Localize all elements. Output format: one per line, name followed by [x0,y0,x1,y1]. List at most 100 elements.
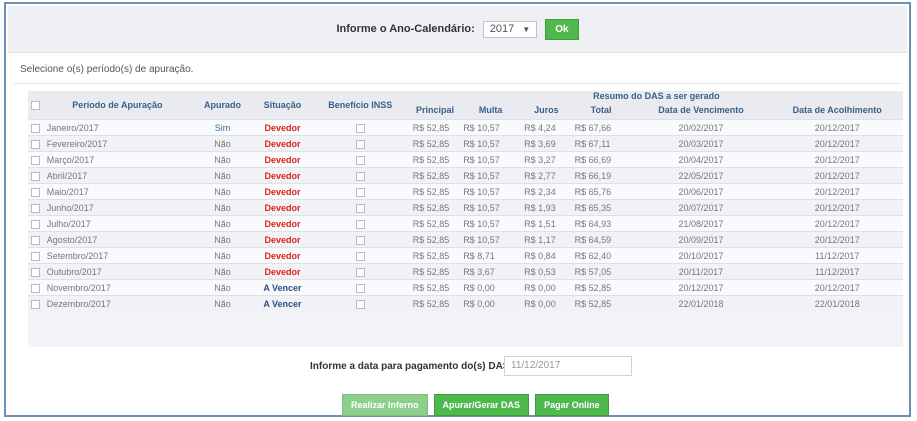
beneficio-cell [310,215,410,232]
vencimento-cell: 22/05/2017 [630,167,772,184]
row-checkbox[interactable] [31,187,41,197]
juros-cell: R$ 1,93 [521,199,572,216]
row-select-cell [28,199,44,216]
total-cell: R$ 52,85 [571,279,631,296]
principal-cell: R$ 52,85 [409,167,461,184]
table-row[interactable]: Agosto/2017 Não Devedor R$ 52,85 R$ 10,57 R$ … [28,231,903,248]
apurado-cell: Não [191,247,255,264]
apurado-cell: Não [191,263,255,280]
row-checkbox[interactable] [31,155,41,165]
beneficio-checkbox[interactable] [355,203,365,213]
acolhimento-cell: 20/12/2017 [771,231,903,248]
beneficio-checkbox[interactable] [355,283,365,293]
beneficio-checkbox[interactable] [355,219,365,229]
table-row[interactable]: Novembro/2017 Não A Vencer R$ 52,85 R$ 0,00 R… [28,279,903,296]
principal-cell: R$ 52,85 [409,183,461,200]
principal-cell: R$ 52,85 [409,199,461,216]
row-checkbox[interactable] [31,299,41,309]
table-row[interactable]: Abril/2017 Não Devedor R$ 52,85 R$ 10,57 R$ 2… [28,167,903,184]
table-row[interactable]: Junho/2017 Não Devedor R$ 52,85 R$ 10,57 R$ 1… [28,199,903,216]
row-select-cell [28,263,44,280]
vencimento-cell: 21/08/2017 [630,215,772,232]
table-row[interactable]: Fevereiro/2017 Não Devedor R$ 52,85 R$ 10,57… [28,135,903,152]
juros-cell: R$ 1,51 [521,215,572,232]
table-row[interactable]: Julho/2017 Não Devedor R$ 52,85 R$ 10,57 R$ 1… [28,215,903,232]
principal-cell: R$ 52,85 [409,295,461,311]
total-cell: R$ 64,59 [571,231,631,248]
beneficio-cell [310,199,410,216]
multa-cell: R$ 10,57 [460,183,522,200]
multa-cell: R$ 3,67 [460,263,522,280]
table-row[interactable]: Outubro/2017 Não Devedor R$ 52,85 R$ 3,67 R$ … [28,263,903,280]
apurado-cell: Não [191,199,255,216]
periodo-cell: Novembro/2017 [43,279,191,296]
multa-cell: R$ 10,57 [460,151,522,168]
periodo-cell: Maio/2017 [43,183,191,200]
year-select-value: 2017 [489,23,515,35]
col-situacao: Situação [263,100,302,110]
payment-date-label: Informe a data para pagamento do(s) DAS: [310,361,513,372]
row-select-cell [28,279,44,296]
row-checkbox[interactable] [31,139,41,149]
vencimento-cell: 22/01/2018 [630,295,772,311]
apurar-gerar-das-button[interactable]: Apurar/Gerar DAS [433,394,530,416]
situacao-cell: Devedor [254,199,311,216]
row-select-cell [28,135,44,152]
principal-cell: R$ 52,85 [409,215,461,232]
juros-cell: R$ 0,00 [521,295,572,311]
select-all-checkbox[interactable] [31,101,41,111]
beneficio-checkbox[interactable] [355,155,365,165]
payment-date-input[interactable]: 11/12/2017 [504,356,632,376]
year-select[interactable]: 2017 ▼ [482,20,538,38]
realizar-button[interactable]: Realizar Inferno [342,394,428,416]
table-row[interactable]: Maio/2017 Não Devedor R$ 52,85 R$ 10,57 R$ 2,… [28,183,903,200]
row-checkbox[interactable] [31,219,41,229]
beneficio-checkbox[interactable] [355,235,365,245]
table-row[interactable]: Janeiro/2017 Sim Devedor R$ 52,85 R$ 10,57 R$… [28,119,903,136]
total-cell: R$ 67,11 [571,135,631,152]
table-body: Janeiro/2017 Sim Devedor R$ 52,85 R$ 10,57 R$… [28,119,903,311]
periodo-cell: Fevereiro/2017 [43,135,191,152]
row-checkbox[interactable] [31,203,41,213]
beneficio-checkbox[interactable] [355,139,365,149]
total-cell: R$ 67,66 [571,119,631,136]
total-cell: R$ 65,76 [571,183,631,200]
row-checkbox[interactable] [31,267,41,277]
beneficio-checkbox[interactable] [355,171,365,181]
beneficio-checkbox[interactable] [355,123,365,133]
beneficio-checkbox[interactable] [355,187,365,197]
pagar-online-button[interactable]: Pagar Online [535,394,609,416]
row-checkbox[interactable] [31,235,41,245]
acolhimento-cell: 11/12/2017 [771,263,903,280]
principal-cell: R$ 52,85 [409,119,461,136]
vencimento-cell: 20/07/2017 [630,199,772,216]
row-checkbox[interactable] [31,283,41,293]
action-buttons: Realizar Inferno Apurar/Gerar DAS Pagar … [342,394,609,416]
juros-cell: R$ 3,69 [521,135,572,152]
select-all-header [28,91,44,120]
row-select-cell [28,151,44,168]
juros-cell: R$ 0,84 [521,247,572,264]
col-beneficio: Benefício INSS [328,100,393,110]
table-row[interactable]: Março/2017 Não Devedor R$ 52,85 R$ 10,57 R$ 3… [28,151,903,168]
row-checkbox[interactable] [31,123,41,133]
principal-cell: R$ 52,85 [409,279,461,296]
beneficio-cell [310,263,410,280]
col-acolhimento: Data de Acolhimento [792,105,882,115]
juros-cell: R$ 1,17 [521,231,572,248]
apurado-cell: Sim [191,119,255,136]
total-cell: R$ 57,05 [571,263,631,280]
row-checkbox[interactable] [31,251,41,261]
beneficio-checkbox[interactable] [355,267,365,277]
table-row[interactable]: Dezembro/2017 Não A Vencer R$ 52,85 R$ 0,00 R… [28,295,903,311]
beneficio-checkbox[interactable] [355,299,365,309]
ok-button[interactable]: Ok [545,18,579,40]
beneficio-checkbox[interactable] [355,251,365,261]
table-row[interactable]: Setembro/2017 Não Devedor R$ 52,85 R$ 8,71 R$… [28,247,903,264]
juros-cell: R$ 2,77 [521,167,572,184]
situacao-cell: Devedor [254,167,311,184]
vencimento-cell: 20/12/2017 [630,279,772,296]
row-checkbox[interactable] [31,171,41,181]
acolhimento-cell: 20/12/2017 [771,183,903,200]
periodo-cell: Janeiro/2017 [43,119,191,136]
